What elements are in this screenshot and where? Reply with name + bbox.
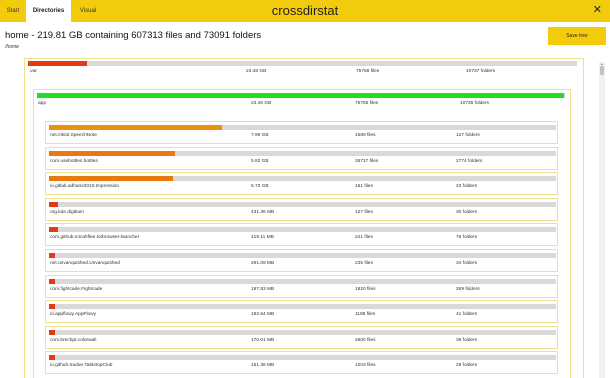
dir-files: 241 files <box>355 235 373 241</box>
size-bar <box>49 125 556 130</box>
dir-size: 431.36 MB <box>251 209 275 215</box>
size-bar-fill <box>49 253 56 258</box>
dir-folders: 10737 folders <box>466 69 496 74</box>
dir-folders: 41 folders <box>456 312 478 318</box>
size-bar <box>49 355 556 361</box>
dir-name: com.github.micahflee.torbrowser-launcher <box>50 235 140 241</box>
size-bar-fill <box>49 176 173 182</box>
dir-folders: 34 folders <box>456 261 478 266</box>
size-bar <box>49 253 556 258</box>
dir-folders: 2774 folders <box>456 158 483 164</box>
dir-files: 26717 files <box>355 158 379 164</box>
scroll-thumb[interactable] <box>600 66 604 75</box>
size-bar-fill <box>49 355 55 361</box>
dir-folders: 29 folders <box>456 363 478 369</box>
dir-size: 5.82 GB <box>251 158 269 164</box>
dir-size: 5.73 GB <box>251 184 269 190</box>
dir-folders: 23 folders <box>456 184 478 190</box>
dir-folders: 30 folders <box>456 209 478 215</box>
dir-folders: 269 folders <box>456 286 480 292</box>
scrollbar[interactable]: ▲ <box>599 62 605 378</box>
size-bar-var <box>28 61 577 66</box>
dir-size: 419.11 MB <box>251 235 274 241</box>
dir-name: .var <box>29 69 37 74</box>
dir-files: 1689 files <box>355 133 376 138</box>
dir-name: com.brechpt.colorwall <box>50 337 97 343</box>
size-bar <box>49 278 556 284</box>
size-bar-fill <box>37 93 565 98</box>
dir-size: 7.99 GB <box>251 133 269 138</box>
size-bar <box>49 150 556 156</box>
size-bar-fill <box>49 150 175 156</box>
summary-heading: home - 219.81 GB containing 607313 files… <box>5 30 262 41</box>
breadcrumb: /home <box>5 44 19 50</box>
dir-folders: 10736 folders <box>460 101 490 106</box>
dir-files: 127 files <box>355 209 373 215</box>
dir-name: io.gitlab.adhami3310.Impression <box>50 184 120 190</box>
dir-folders: 76 folders <box>456 235 478 241</box>
size-bar-fill <box>49 329 55 335</box>
dir-files: 151 files <box>355 184 373 190</box>
size-bar-fill <box>49 227 58 233</box>
dir-name: io.appflowy.AppFlowy <box>50 312 97 318</box>
dir-size: 23.48 GB <box>246 69 267 74</box>
size-bar-app <box>37 93 565 98</box>
size-bar <box>49 304 556 310</box>
size-bar-fill <box>49 304 55 310</box>
dir-name: net.unvanquished.Unvanquished <box>50 261 120 266</box>
dir-name: com.fightcade.Fightcade <box>50 286 103 292</box>
dir-size: 291.09 MB <box>251 261 275 266</box>
size-bar-fill <box>49 201 59 207</box>
size-bar <box>49 176 556 182</box>
dir-files: 75758 files <box>356 69 380 74</box>
size-bar <box>49 227 556 233</box>
app-title: crossdirstat <box>271 3 339 18</box>
close-icon[interactable]: ✕ <box>593 5 602 16</box>
dir-folders: 127 folders <box>456 133 480 138</box>
dir-size: 170.01 MB <box>251 337 275 343</box>
dir-size: 23.46 GB <box>251 101 272 106</box>
size-bar <box>49 201 556 207</box>
dir-folders: 38 folders <box>456 337 478 343</box>
dir-name: io.github.tradue.TabletopClub <box>50 363 113 369</box>
dir-name: app <box>38 101 47 106</box>
size-bar <box>49 329 556 335</box>
dir-name: org.kde.digikam <box>50 209 84 215</box>
dir-files: 75755 files <box>355 101 379 106</box>
dir-files: 235 files <box>355 261 373 266</box>
dir-files: 2600 files <box>355 337 376 343</box>
dir-size: 161.36 MB <box>251 363 275 369</box>
dir-files: 1203 files <box>355 363 376 369</box>
dir-files: 1820 files <box>355 286 376 292</box>
size-bar-fill <box>49 125 222 130</box>
size-bar-fill <box>28 61 87 66</box>
dir-size: 182.64 MB <box>251 312 275 318</box>
save-tree-button[interactable]: Save tree <box>548 27 606 45</box>
dir-size: 197.83 MB <box>251 286 275 292</box>
dir-name: com.usebottles.bottles <box>50 158 98 164</box>
size-bar-fill <box>49 278 55 284</box>
dir-files: 1198 files <box>355 312 376 318</box>
dir-name: net.mkiol.SpeechNote <box>50 133 97 138</box>
